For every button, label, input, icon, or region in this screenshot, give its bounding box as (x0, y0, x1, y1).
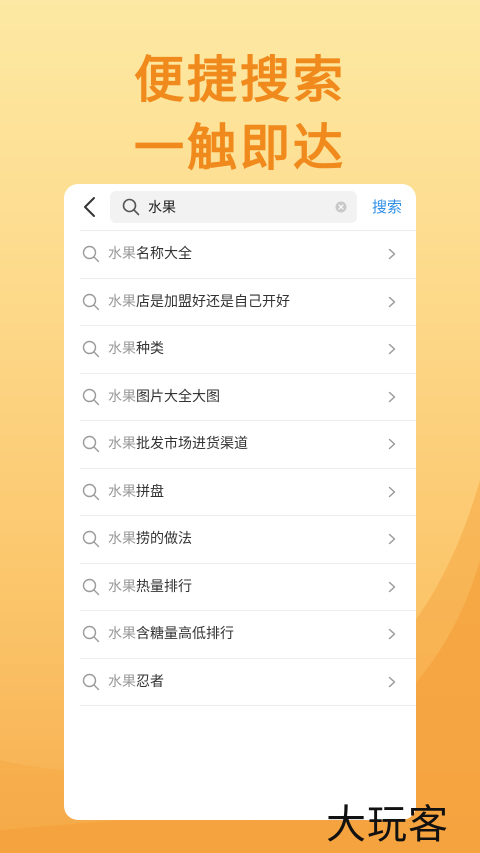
chevron-right-icon (388, 248, 396, 260)
chevron-right-icon (388, 296, 396, 307)
suggestion-rest: 种类 (136, 341, 164, 357)
suggestion-keyword: 水果 (108, 531, 136, 547)
search-icon (82, 483, 100, 500)
list-item[interactable]: 水果店是加盟好还是自己开好 (80, 277, 416, 326)
suggestion-keyword: 水果 (108, 293, 136, 310)
suggestion-keyword: 水果 (108, 341, 136, 357)
search-icon (82, 435, 100, 453)
chevron-right-icon (388, 438, 396, 450)
suggestion-keyword: 水果 (108, 578, 136, 595)
search-icon (82, 245, 100, 263)
brand-logo: 大玩客 (326, 802, 449, 848)
suggestion-keyword: 水果 (108, 673, 136, 690)
search-icon (82, 578, 100, 595)
chevron-right-icon (388, 676, 396, 687)
suggestion-rest: 捞的做法 (136, 531, 192, 547)
suggestion-rest: 图片大全大图 (136, 388, 220, 405)
suggestion-rest: 拼盘 (136, 483, 164, 500)
search-icon (122, 198, 140, 216)
suggestion-text: 水果名称大全 (108, 231, 192, 277)
suggestion-keyword: 水果 (108, 626, 136, 642)
list-item[interactable]: 水果拼盘 (80, 467, 416, 516)
suggestion-text: 水果热量排行 (108, 564, 192, 610)
suggestion-rest: 名称大全 (136, 246, 192, 262)
suggestion-keyword: 水果 (108, 436, 136, 452)
suggestion-text: 水果图片大全大图 (108, 374, 220, 420)
chevron-right-icon (388, 581, 396, 592)
suggestion-text: 水果捞的做法 (108, 516, 192, 562)
search-button[interactable]: 搜索 (364, 191, 410, 223)
chevron-left-icon[interactable] (80, 195, 100, 219)
search-icon (82, 388, 100, 405)
search-icon (82, 530, 100, 548)
chevron-right-icon (388, 533, 396, 545)
suggestion-rest: 含糖量高低排行 (136, 626, 234, 642)
search-icon (82, 293, 100, 310)
search-input[interactable] (148, 191, 328, 223)
suggestion-rest: 热量排行 (136, 578, 192, 595)
search-icon (82, 673, 100, 690)
headline-line-1: 便捷搜索 (134, 51, 346, 109)
suggestion-text: 水果种类 (108, 326, 164, 372)
suggestion-text: 水果含糖量高低排行 (108, 611, 234, 657)
list-item[interactable]: 水果名称大全 (80, 230, 416, 278)
list-item[interactable]: 水果热量排行 (80, 562, 416, 611)
suggestion-text: 水果批发市场进货渠道 (108, 421, 248, 467)
search-icon (82, 340, 100, 358)
search-bar: 搜索 (64, 184, 416, 230)
headline-line-2: 一触即达 (134, 119, 346, 177)
suggestion-text: 水果店是加盟好还是自己开好 (108, 279, 290, 325)
chevron-right-icon (388, 391, 396, 402)
suggestion-keyword: 水果 (108, 246, 136, 262)
list-item[interactable]: 水果捞的做法 (80, 515, 416, 563)
suggestion-text: 水果拼盘 (108, 469, 164, 515)
clear-icon[interactable] (335, 201, 347, 213)
list-item[interactable]: 水果忍者 (80, 657, 416, 706)
list-item[interactable]: 水果批发市场进货渠道 (80, 420, 416, 468)
suggestion-rest: 忍者 (136, 673, 164, 690)
suggestion-text: 水果忍者 (108, 659, 164, 705)
list-item[interactable]: 水果种类 (80, 325, 416, 373)
chevron-right-icon (388, 343, 396, 355)
search-icon (82, 625, 100, 643)
list-item[interactable]: 水果图片大全大图 (80, 372, 416, 421)
list-item[interactable]: 水果含糖量高低排行 (80, 610, 416, 658)
chevron-right-icon (388, 486, 396, 497)
suggestion-keyword: 水果 (108, 388, 136, 405)
suggestion-rest: 批发市场进货渠道 (136, 436, 248, 452)
search-card: 搜索 水果名称大全水果店是加盟好还是自己开好水果种类水果图片大全大图水果批发市场… (64, 184, 416, 820)
suggestion-keyword: 水果 (108, 483, 136, 500)
chevron-right-icon (388, 628, 396, 640)
search-box (110, 191, 357, 223)
suggestion-rest: 店是加盟好还是自己开好 (136, 293, 290, 310)
suggestion-list: 水果名称大全 水果店是加盟好还是自己开好 水果种类 水果图片大全大图 水果批发市场进货渠… (64, 230, 416, 706)
